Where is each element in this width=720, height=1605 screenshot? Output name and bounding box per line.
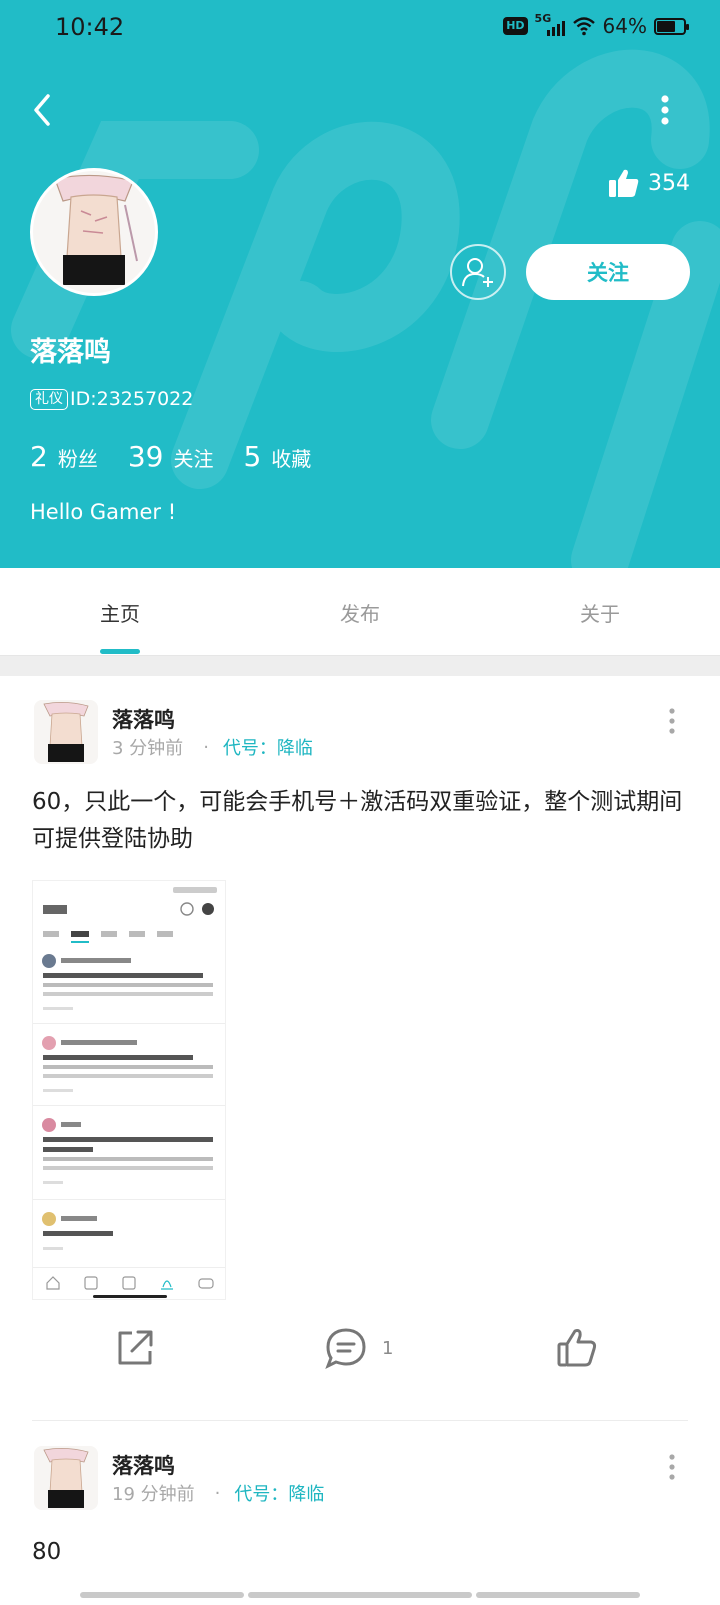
hd-badge: HD: [503, 17, 528, 35]
comment-icon: [325, 1328, 366, 1370]
post-meta: 3 分钟前 · 代号：降临: [112, 734, 313, 760]
post-avatar[interactable]: [34, 1446, 98, 1510]
stat-fans[interactable]: 2 粉丝: [30, 440, 98, 473]
follow-button[interactable]: 关注: [526, 244, 690, 300]
more-icon[interactable]: [650, 90, 680, 130]
post-image-peek: [248, 1592, 472, 1598]
post-card: 落落鸣 19 分钟前 · 代号：降临 80: [0, 1422, 720, 1605]
stat-label: 关注: [173, 447, 214, 471]
post-content: 80: [32, 1539, 62, 1565]
post-game-tag[interactable]: 代号：降临: [234, 1480, 324, 1506]
comment-button[interactable]: 1: [324, 1324, 393, 1372]
post-more-icon[interactable]: [660, 1452, 684, 1482]
stat-label: 收藏: [271, 447, 312, 471]
battery-percent: 64%: [602, 14, 647, 38]
share-button[interactable]: [114, 1324, 156, 1372]
id-tag-badge: 礼仪: [30, 388, 68, 410]
stat-number: 5: [243, 440, 262, 473]
post-more-icon[interactable]: [660, 706, 684, 736]
post-image-peek: [476, 1592, 640, 1598]
post-author[interactable]: 落落鸣: [112, 704, 175, 734]
post-divider: [32, 1420, 688, 1421]
stat-following[interactable]: 39 关注: [128, 440, 214, 473]
add-friend-icon: [462, 258, 493, 287]
post-author[interactable]: 落落鸣: [112, 1450, 175, 1480]
profile-tabs: 主页 发布 关于: [0, 568, 720, 656]
tab-posts[interactable]: 发布: [300, 598, 420, 627]
post-card: 落落鸣 3 分钟前 · 代号：降临 60，只此一个，可能会手机号＋激活码双重验证…: [0, 676, 720, 1422]
post-content: 60，只此一个，可能会手机号＋激活码双重验证，整个测试期间可提供登陆协助: [32, 789, 683, 852]
profile-id-row: 礼仪 ID:23257022: [30, 388, 193, 410]
likes-count: 354: [608, 168, 690, 198]
profile-id: ID:23257022: [70, 388, 194, 410]
status-bar: 10:42 HD 5G 64%: [0, 0, 720, 58]
likes-number: 354: [648, 170, 690, 196]
tab-about[interactable]: 关于: [540, 598, 660, 627]
post-time: 3 分钟前: [112, 738, 184, 759]
like-icon: [557, 1329, 597, 1367]
battery-icon: [654, 17, 689, 35]
post-actions: 1: [0, 1324, 720, 1396]
stat-label: 粉丝: [57, 447, 98, 471]
stat-number: 39: [127, 440, 164, 473]
profile-bio: Hello Gamer !: [30, 500, 177, 524]
profile-username: 落落鸣: [30, 337, 111, 368]
signal-icon: 5G: [535, 12, 565, 38]
post-avatar[interactable]: [34, 700, 98, 764]
back-icon[interactable]: [28, 90, 58, 130]
active-tab-indicator: [100, 649, 140, 654]
post-image[interactable]: [32, 880, 226, 1300]
tab-home[interactable]: 主页: [60, 598, 180, 627]
post-time: 19 分钟前: [112, 1484, 195, 1505]
thumbs-up-icon: [609, 169, 639, 197]
add-friend-button[interactable]: [450, 244, 506, 300]
post-game-tag[interactable]: 代号：降临: [223, 734, 313, 760]
share-icon: [118, 1330, 153, 1365]
stat-number: 2: [30, 440, 48, 473]
wifi-icon: [572, 17, 595, 36]
profile-stats: 2 粉丝 39 关注 5 收藏: [30, 440, 341, 473]
status-time: 10:42: [55, 13, 125, 41]
like-button[interactable]: [556, 1324, 598, 1372]
profile-avatar[interactable]: [30, 168, 158, 296]
profile-header: 10:42 HD 5G 64% 354 关注 落落鸣 礼仪 ID:2325702…: [0, 0, 720, 568]
post-meta: 19 分钟前 · 代号：降临: [112, 1480, 324, 1506]
stat-favorites[interactable]: 5 收藏: [243, 440, 311, 473]
comment-count: 1: [382, 1337, 394, 1359]
post-image-peek: [80, 1592, 244, 1598]
